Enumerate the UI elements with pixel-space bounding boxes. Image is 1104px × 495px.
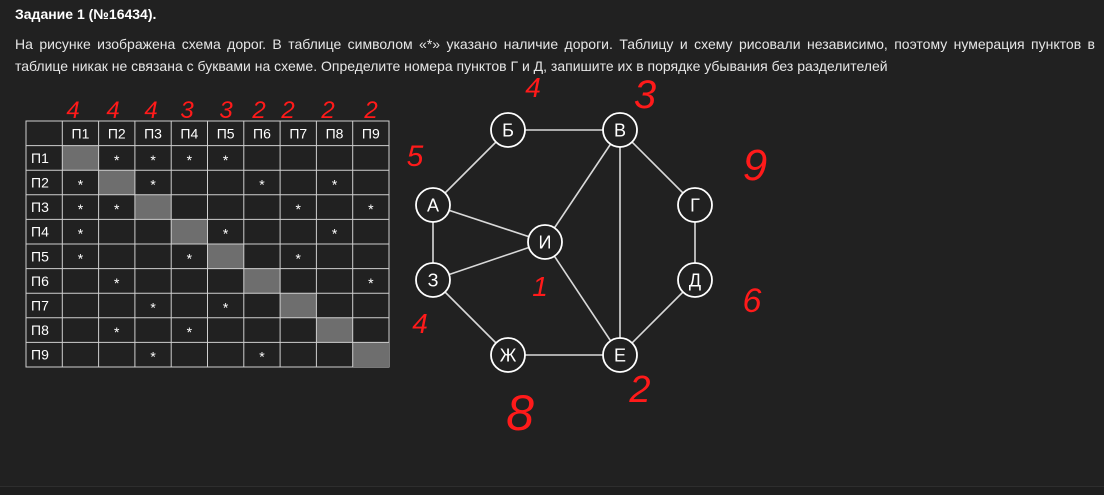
table-row-header: П6 xyxy=(31,273,49,289)
diagonal-cell xyxy=(243,268,281,294)
table-column-header: П8 xyxy=(326,125,344,141)
node-annotation: 4 xyxy=(525,72,541,103)
table-row-header: П7 xyxy=(31,298,49,314)
table-column-header: П9 xyxy=(362,125,380,141)
node-annotation: 3 xyxy=(634,73,656,117)
column-annotation: 2 xyxy=(363,97,377,124)
road-edge xyxy=(544,241,621,356)
column-annotation: 3 xyxy=(180,97,194,124)
road-graph: А Б В Г Д Е Ж З И xyxy=(415,112,713,373)
table-cell-mark: * xyxy=(223,152,229,168)
graph-node-label: Ж xyxy=(500,346,517,366)
table-cell-mark: * xyxy=(114,324,120,340)
graph-node-label: В xyxy=(614,121,626,141)
table-cell-mark: * xyxy=(223,300,229,316)
graph-node-label: Д xyxy=(689,271,701,291)
table-row-header: П4 xyxy=(31,224,49,240)
diagonal-cell xyxy=(134,194,172,220)
figure-canvas: П1 П2 П3 П4 П5 П6 П7 П8 П9 П1 * * * * П2 * * * * П3 * * * * П4 * *… xyxy=(25,72,767,441)
node-annotation: 5 xyxy=(407,140,424,173)
column-annotation: 4 xyxy=(66,97,79,124)
table-row-header: П2 xyxy=(31,175,49,191)
table-column-header: П7 xyxy=(289,125,307,141)
diagonal-cell xyxy=(316,317,353,343)
page-bottom-bar xyxy=(0,486,1104,495)
table-column-header: П1 xyxy=(72,125,90,141)
diagonal-cell xyxy=(62,145,99,171)
table-cell-mark: * xyxy=(296,201,302,217)
table-cell-mark: * xyxy=(114,152,120,168)
table-row-header: П5 xyxy=(31,248,49,264)
graph-node-label: А xyxy=(427,196,439,216)
table-cell-mark: * xyxy=(78,177,84,193)
table-cell-mark: * xyxy=(368,275,374,291)
table-column-header: П4 xyxy=(180,125,198,141)
table-cell-mark: * xyxy=(114,201,120,217)
table-cell-mark: * xyxy=(150,177,156,193)
table-cell-mark: * xyxy=(332,177,338,193)
column-annotation: 3 xyxy=(219,97,233,124)
table-cell-mark: * xyxy=(78,250,84,266)
graph-node-label: Е xyxy=(614,346,626,366)
adjacency-table: П1 П2 П3 П4 П5 П6 П7 П8 П9 П1 * * * * П2 * * * * П3 * * * * П4 * *… xyxy=(25,120,390,368)
table-cell-mark: * xyxy=(150,152,156,168)
table-cell-mark: * xyxy=(259,349,265,365)
table-cell-mark: * xyxy=(114,275,120,291)
table-column-header: П6 xyxy=(253,125,271,141)
table-cell-mark: * xyxy=(296,250,302,266)
node-annotation: 9 xyxy=(743,141,767,190)
table-row-header: П8 xyxy=(31,322,49,338)
diagonal-cell xyxy=(280,293,317,318)
column-annotation: 2 xyxy=(320,97,334,124)
diagonal-cell xyxy=(171,219,208,244)
road-edge xyxy=(544,129,621,243)
table-cell-mark: * xyxy=(368,201,374,217)
table-cell-mark: * xyxy=(150,300,156,316)
table-cell-mark: * xyxy=(150,349,156,365)
column-annotation: 2 xyxy=(251,97,265,124)
column-annotation: 4 xyxy=(144,97,157,124)
node-annotation: 6 xyxy=(743,282,762,320)
table-cell-mark: * xyxy=(187,152,193,168)
table-column-header: П5 xyxy=(217,125,235,141)
diagonal-cell xyxy=(352,342,389,367)
table-row-header: П1 xyxy=(31,150,49,166)
column-annotation: 2 xyxy=(280,97,294,124)
graph-node-label: Б xyxy=(502,121,514,141)
node-annotation: 2 xyxy=(628,369,650,411)
table-row-header: П3 xyxy=(31,199,49,215)
node-annotation: 4 xyxy=(412,308,428,339)
table-row-header: П9 xyxy=(31,347,49,363)
column-annotation: 4 xyxy=(106,97,119,124)
graph-node-label: З xyxy=(428,271,439,291)
table-cell-mark: * xyxy=(259,177,265,193)
table-cell-mark: * xyxy=(223,226,229,242)
table-cell-mark: * xyxy=(187,324,193,340)
table-column-header: П2 xyxy=(108,125,126,141)
table-cell-mark: * xyxy=(187,250,193,266)
table-cell-mark: * xyxy=(78,201,84,217)
graph-node-label: Г xyxy=(690,196,700,216)
node-annotation: 1 xyxy=(532,271,548,302)
node-annotation: 8 xyxy=(506,385,534,441)
table-cell-mark: * xyxy=(78,226,84,242)
graph-node-label: И xyxy=(539,233,552,253)
table-cell-mark: * xyxy=(332,226,338,242)
diagonal-cell xyxy=(207,244,244,269)
diagonal-cell xyxy=(98,170,135,195)
table-column-header: П3 xyxy=(144,125,162,141)
